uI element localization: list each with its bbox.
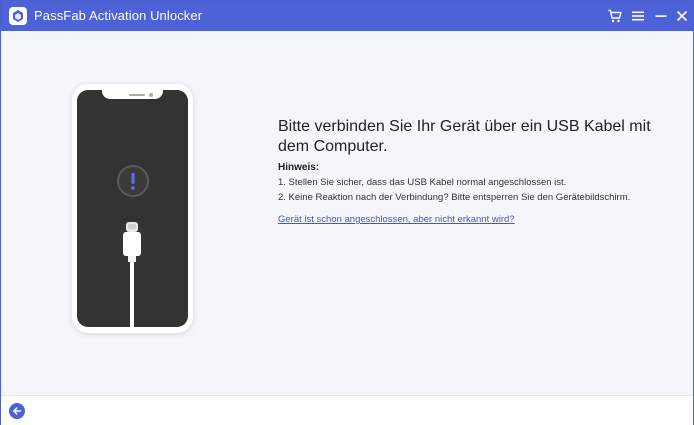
back-arrow-icon <box>13 407 22 415</box>
cart-button[interactable] <box>605 6 625 26</box>
hint-item: 1. Stellen Sie sicher, dass das USB Kabe… <box>278 177 567 188</box>
phone-screen <box>77 90 188 327</box>
device-not-recognized-link[interactable]: Gerät ist schon angeschlossen, aber nich… <box>278 214 515 225</box>
cart-icon <box>608 9 622 23</box>
hint-title: Hinweis: <box>278 162 320 173</box>
close-button[interactable] <box>672 6 692 26</box>
usb-cable-icon <box>123 222 141 327</box>
main-content: Bitte verbinden Sie Ihr Gerät über ein U… <box>1 31 693 395</box>
phone-notch <box>102 90 163 99</box>
close-icon <box>676 10 688 22</box>
hint-item: 2. Keine Reaktion nach der Verbindung? B… <box>278 192 631 203</box>
connect-device-heading: Bitte verbinden Sie Ihr Gerät über ein U… <box>278 118 651 155</box>
footer-bar <box>1 395 693 425</box>
exclamation-icon <box>117 165 149 197</box>
app-window: PassFab Activation Unlocker Bitte verbin… <box>0 0 694 425</box>
back-button[interactable] <box>9 403 25 419</box>
app-logo-icon <box>9 7 27 25</box>
hamburger-menu-icon <box>632 11 644 21</box>
smartphone-illustration <box>72 84 193 333</box>
menu-button[interactable] <box>628 6 648 26</box>
app-title: PassFab Activation Unlocker <box>34 8 203 23</box>
titlebar: PassFab Activation Unlocker <box>1 1 693 31</box>
minimize-button[interactable] <box>651 6 671 26</box>
minimize-icon <box>655 15 667 17</box>
